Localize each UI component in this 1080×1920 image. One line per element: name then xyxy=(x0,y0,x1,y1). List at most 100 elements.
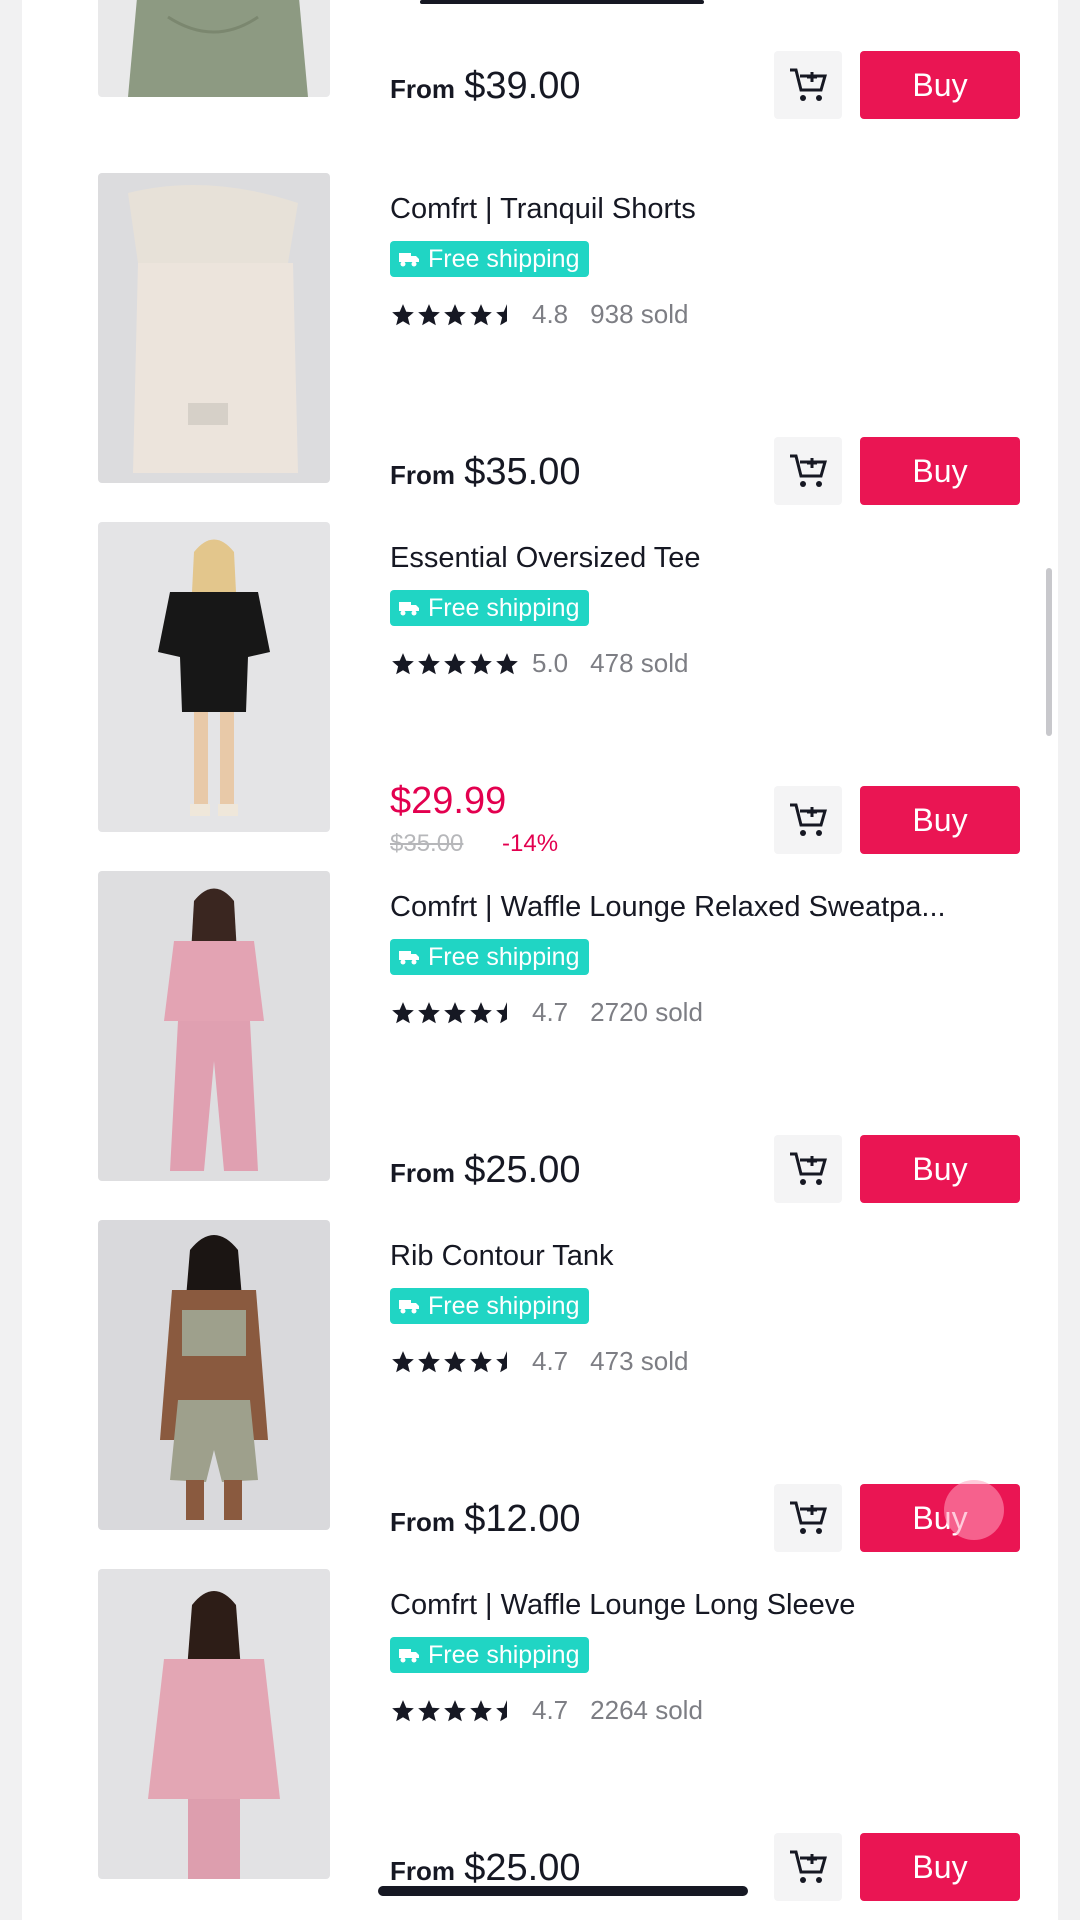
price: From $25.00 xyxy=(390,1149,581,1191)
product-image[interactable] xyxy=(98,0,330,97)
list-item[interactable]: Comfrt | Waffle Lounge Long Sleeve Free … xyxy=(22,1569,1058,1918)
product-image[interactable] xyxy=(98,522,330,832)
buy-button[interactable]: Buy xyxy=(860,786,1020,854)
buy-button[interactable]: Buy xyxy=(860,51,1020,119)
rating-stars xyxy=(390,302,520,328)
free-shipping-badge: Free shipping xyxy=(390,939,590,975)
free-shipping-badge: Free shipping xyxy=(390,1637,590,1673)
add-to-cart-button[interactable] xyxy=(774,1484,842,1552)
half-star-icon xyxy=(496,1001,507,1023)
rating: 4.7 2264 sold xyxy=(390,1695,703,1726)
add-to-cart-icon xyxy=(790,1501,827,1534)
free-shipping-badge: Free shipping xyxy=(390,1288,590,1324)
star-icon xyxy=(496,652,518,674)
discount-badge: -14% xyxy=(502,830,559,857)
rating: 4.7 473 sold xyxy=(390,1346,688,1377)
star-icon xyxy=(392,1350,414,1372)
star-icon xyxy=(470,652,492,674)
star-icon xyxy=(444,1350,466,1372)
rating-value: 4.7 xyxy=(532,997,569,1027)
rating-stars xyxy=(390,651,520,677)
original-price: $35.00 xyxy=(390,830,464,857)
star-icon xyxy=(418,1001,440,1023)
add-to-cart-icon xyxy=(790,454,827,487)
list-item[interactable]: Comfrt | Tranquil Shorts Free shipping 4… xyxy=(22,173,1058,522)
truck-icon xyxy=(399,602,419,616)
product-image[interactable] xyxy=(98,1220,330,1530)
star-icon xyxy=(392,303,414,325)
star-icon xyxy=(418,1699,440,1721)
sold-count: 473 sold xyxy=(590,1346,689,1376)
truck-icon xyxy=(399,951,419,965)
half-star-icon xyxy=(496,1699,507,1721)
rating-stars xyxy=(390,1000,520,1026)
truck-icon xyxy=(399,1649,419,1663)
product-title[interactable]: Rib Contour Tank xyxy=(390,1240,1030,1273)
price: From $12.00 xyxy=(390,1498,581,1540)
left-gutter xyxy=(0,0,22,1920)
star-icon xyxy=(392,1699,414,1721)
add-to-cart-icon xyxy=(790,1850,827,1883)
buy-button[interactable]: Buy xyxy=(860,437,1020,505)
price: From $25.00 xyxy=(390,1847,581,1889)
list-item[interactable]: Comfrt | Waffle Lounge Relaxed Sweatpa..… xyxy=(22,871,1058,1220)
sold-count: 938 sold xyxy=(590,299,689,329)
add-to-cart-button[interactable] xyxy=(774,1135,842,1203)
star-icon xyxy=(444,1699,466,1721)
add-to-cart-icon xyxy=(790,803,827,836)
half-star-icon xyxy=(496,303,507,325)
rating-stars xyxy=(390,1349,520,1375)
buy-button[interactable]: Buy xyxy=(860,1135,1020,1203)
star-icon xyxy=(392,1001,414,1023)
sale-price: $29.99 xyxy=(390,780,507,822)
sold-count: 2720 sold xyxy=(590,997,703,1027)
truck-icon xyxy=(399,1300,419,1314)
home-indicator[interactable] xyxy=(378,1886,748,1896)
add-to-cart-button[interactable] xyxy=(774,51,842,119)
free-shipping-badge: Free shipping xyxy=(390,590,590,626)
sold-count: 2264 sold xyxy=(590,1695,703,1725)
rating-value: 4.7 xyxy=(532,1346,569,1376)
star-icon xyxy=(444,1001,466,1023)
rating-value: 4.7 xyxy=(532,1695,569,1725)
product-title[interactable]: Essential Oversized Tee xyxy=(390,542,1030,575)
product-title[interactable]: Comfrt | Tranquil Shorts xyxy=(390,193,1030,226)
rating-value: 5.0 xyxy=(532,648,569,678)
star-icon xyxy=(470,1699,492,1721)
star-icon xyxy=(444,303,466,325)
half-star-icon xyxy=(496,1350,507,1372)
rating-stars xyxy=(390,1698,520,1724)
star-icon xyxy=(470,1001,492,1023)
star-icon xyxy=(418,303,440,325)
star-icon xyxy=(444,652,466,674)
list-item[interactable]: Rib Contour Tank Free shipping 4.7 473 s… xyxy=(22,1220,1058,1569)
scrollbar[interactable] xyxy=(1046,568,1052,736)
star-icon xyxy=(418,652,440,674)
product-title[interactable]: Comfrt | Waffle Lounge Long Sleeve xyxy=(390,1589,1030,1622)
star-icon xyxy=(392,652,414,674)
add-to-cart-button[interactable] xyxy=(774,437,842,505)
touch-indicator xyxy=(944,1480,1004,1540)
buy-button[interactable]: Buy xyxy=(860,1833,1020,1901)
product-image[interactable] xyxy=(98,173,330,483)
star-icon xyxy=(418,1350,440,1372)
star-icon xyxy=(470,303,492,325)
truck-icon xyxy=(399,253,419,267)
price: From $39.00 xyxy=(390,65,581,107)
rating: 4.8 938 sold xyxy=(390,299,688,330)
add-to-cart-button[interactable] xyxy=(774,1833,842,1901)
sold-count: 478 sold xyxy=(590,648,689,678)
product-list: From $39.00 Buy Comfrt | Tranquil Shorts… xyxy=(22,0,1058,1920)
list-item[interactable]: Essential Oversized Tee Free shipping 5.… xyxy=(22,522,1058,871)
star-icon xyxy=(470,1350,492,1372)
add-to-cart-button[interactable] xyxy=(774,786,842,854)
rating: 5.0 478 sold xyxy=(390,648,688,679)
list-item[interactable]: From $39.00 Buy xyxy=(22,0,1058,136)
product-image[interactable] xyxy=(98,1569,330,1879)
product-image[interactable] xyxy=(98,871,330,1181)
add-to-cart-icon xyxy=(790,1152,827,1185)
rating: 4.7 2720 sold xyxy=(390,997,703,1028)
add-to-cart-icon xyxy=(790,68,827,101)
product-title[interactable]: Comfrt | Waffle Lounge Relaxed Sweatpa..… xyxy=(390,891,1030,924)
price: From $35.00 xyxy=(390,451,581,493)
